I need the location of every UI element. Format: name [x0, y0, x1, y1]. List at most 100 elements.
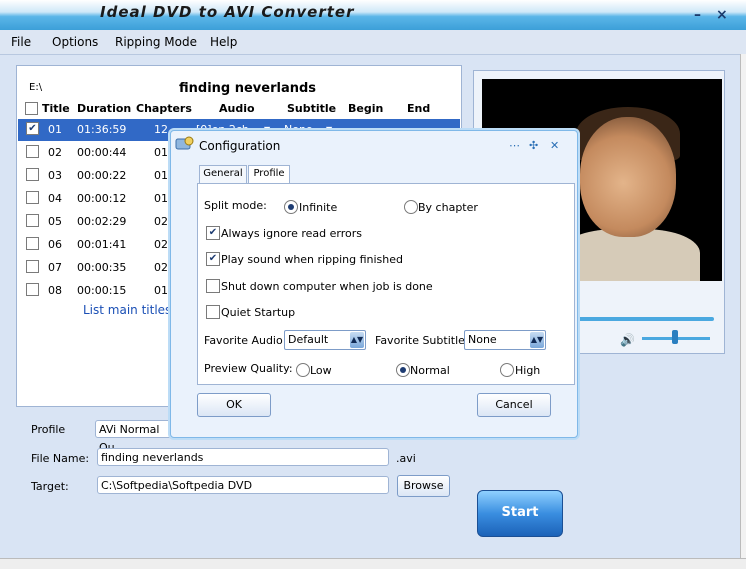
menu-bar: File Options Ripping Mode Help: [0, 30, 746, 55]
row-title: 08: [48, 284, 62, 297]
column-subtitle[interactable]: Subtitle: [287, 102, 336, 115]
column-chapters[interactable]: Chapters: [136, 102, 192, 115]
row-checkbox[interactable]: [26, 145, 39, 158]
row-duration: 00:00:44: [77, 146, 127, 159]
favorite-audio-select[interactable]: Default ▲▼: [284, 330, 366, 350]
play-sound-checkbox[interactable]: ✔: [206, 252, 220, 266]
shutdown-label: Shut down computer when job is done: [221, 280, 433, 293]
background-window-bottom: [0, 558, 746, 569]
ignore-errors-label: Always ignore read errors: [221, 227, 362, 240]
row-title: 04: [48, 192, 62, 205]
preview-low-radio[interactable]: [296, 363, 310, 377]
row-duration: 00:00:12: [77, 192, 127, 205]
row-checkbox[interactable]: [26, 237, 39, 250]
drive-label: E:\: [29, 82, 43, 93]
dropdown-arrow-icon[interactable]: ▲▼: [350, 332, 364, 348]
row-chapters: 02: [154, 238, 168, 251]
configuration-dialog: Configuration ⋯ ✣ ✕ General Profile Spli…: [170, 130, 578, 438]
row-title: 07: [48, 261, 62, 274]
menu-ripping-mode[interactable]: Ripping Mode: [115, 35, 197, 49]
volume-name: finding neverlands: [179, 81, 317, 96]
filename-input[interactable]: finding neverlands: [97, 448, 389, 466]
row-chapters: 01: [154, 284, 168, 297]
column-audio[interactable]: Audio: [219, 102, 255, 115]
favorite-subtitle-select[interactable]: None ▲▼: [464, 330, 546, 350]
column-begin[interactable]: Begin: [348, 102, 383, 115]
minimize-button[interactable]: –: [694, 7, 701, 23]
row-checkbox[interactable]: [26, 168, 39, 181]
row-duration: 00:00:35: [77, 261, 127, 274]
split-by-chapter-radio[interactable]: [404, 200, 418, 214]
shutdown-checkbox[interactable]: [206, 279, 220, 293]
volume-slider-handle[interactable]: [672, 330, 678, 344]
menu-options[interactable]: Options: [52, 35, 98, 49]
tab-profile[interactable]: Profile: [248, 165, 290, 183]
row-title: 01: [48, 123, 62, 136]
split-infinite-radio[interactable]: [284, 200, 298, 214]
column-duration[interactable]: Duration: [77, 102, 131, 115]
split-by-chapter-label: By chapter: [418, 201, 478, 214]
row-duration: 01:36:59: [77, 123, 127, 136]
general-tab-panel: Split mode: Infinite By chapter ✔ Always…: [197, 183, 575, 385]
list-main-titles-link[interactable]: List main titles...: [83, 303, 183, 317]
quiet-startup-label: Quiet Startup: [221, 306, 296, 319]
preview-high-label: High: [515, 364, 541, 377]
column-end[interactable]: End: [407, 102, 430, 115]
target-input[interactable]: C:\Softpedia\Softpedia DVD: [97, 476, 389, 494]
favorite-subtitle-label: Favorite Subtitle: [375, 334, 465, 347]
preview-normal-radio[interactable]: [396, 363, 410, 377]
favorite-subtitle-value: None: [468, 333, 497, 346]
preview-high-radio[interactable]: [500, 363, 514, 377]
row-chapters: 02: [154, 261, 168, 274]
row-title: 06: [48, 238, 62, 251]
dialog-title: Configuration: [199, 139, 281, 153]
row-duration: 00:01:41: [77, 238, 127, 251]
menu-help[interactable]: Help: [210, 35, 237, 49]
dialog-move-icon[interactable]: ✣: [529, 139, 538, 152]
preview-normal-label: Normal: [410, 364, 450, 377]
target-label: Target:: [31, 480, 69, 493]
row-chapters: 01: [154, 146, 168, 159]
row-checkbox[interactable]: [26, 191, 39, 204]
speaker-icon[interactable]: 🔊: [620, 333, 635, 347]
row-title: 05: [48, 215, 62, 228]
split-mode-label: Split mode:: [204, 199, 267, 212]
row-duration: 00:00:15: [77, 284, 127, 297]
row-chapters: 01: [154, 169, 168, 182]
title-bar[interactable]: Ideal DVD to AVI Converter – ×: [0, 0, 746, 30]
favorite-audio-value: Default: [288, 333, 329, 346]
app-window: Ideal DVD to AVI Converter – × File Opti…: [0, 0, 746, 569]
row-checkbox[interactable]: [26, 214, 39, 227]
start-button[interactable]: Start: [477, 490, 563, 537]
select-all-checkbox[interactable]: [25, 102, 38, 115]
cancel-button[interactable]: Cancel: [477, 393, 551, 417]
row-checkbox[interactable]: [26, 260, 39, 273]
row-title: 02: [48, 146, 62, 159]
background-window-edge: [740, 54, 746, 568]
close-button[interactable]: ×: [716, 7, 728, 23]
row-duration: 00:02:29: [77, 215, 127, 228]
preview-quality-label: Preview Quality:: [204, 362, 293, 375]
dialog-minimize-icon[interactable]: ⋯: [509, 139, 520, 152]
profile-select[interactable]: AVi Normal Qu: [95, 420, 175, 454]
row-duration: 00:00:22: [77, 169, 127, 182]
ok-button[interactable]: OK: [197, 393, 271, 417]
dropdown-arrow-icon[interactable]: ▲▼: [530, 332, 544, 348]
tab-general[interactable]: General: [199, 165, 247, 183]
dialog-close-icon[interactable]: ✕: [550, 139, 559, 152]
row-chapters: 02: [154, 215, 168, 228]
row-checkbox[interactable]: ✔: [26, 122, 39, 135]
row-chapters: 12: [154, 123, 168, 136]
ignore-errors-checkbox[interactable]: ✔: [206, 226, 220, 240]
row-checkbox[interactable]: [26, 283, 39, 296]
video-frame-face: [580, 117, 676, 237]
quiet-startup-checkbox[interactable]: [206, 305, 220, 319]
filename-extension: .avi: [396, 452, 416, 465]
column-title[interactable]: Title: [42, 102, 70, 115]
play-sound-label: Play sound when ripping finished: [221, 253, 403, 266]
menu-file[interactable]: File: [11, 35, 31, 49]
favorite-audio-label: Favorite Audio: [204, 334, 283, 347]
browse-button[interactable]: Browse: [397, 475, 450, 497]
split-infinite-label: Infinite: [299, 201, 338, 214]
preview-low-label: Low: [310, 364, 332, 377]
